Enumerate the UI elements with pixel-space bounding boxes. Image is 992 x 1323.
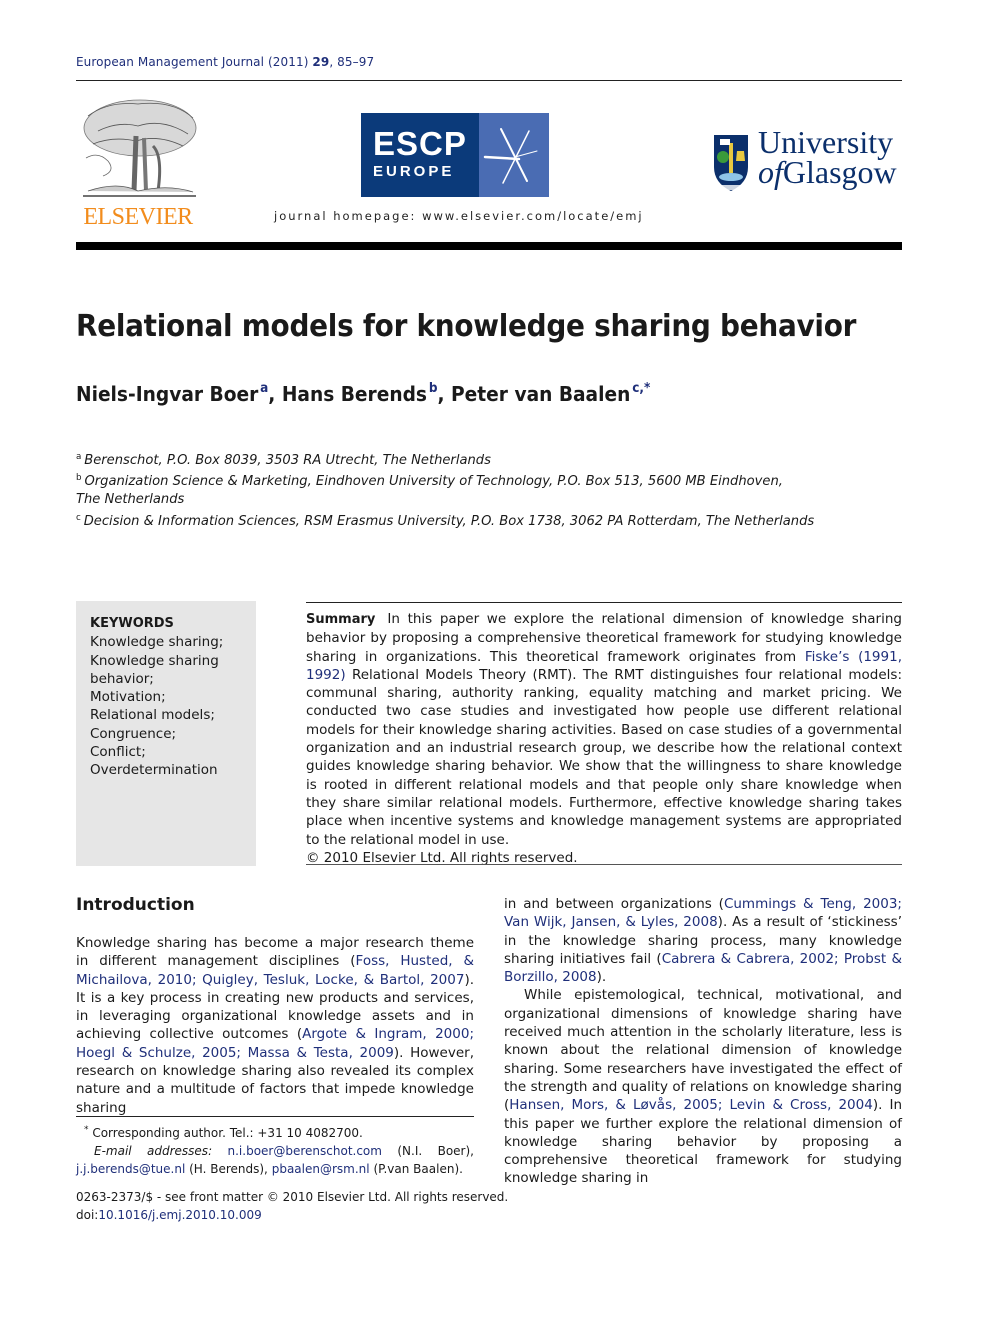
author-name: Peter van Baalen [451, 382, 631, 406]
keywords-box: KEYWORDS Knowledge sharing; Knowledge sh… [76, 601, 256, 866]
citation-link[interactable]: Hansen, Mors, & Løvås, 2005; Levin & Cro… [509, 1097, 873, 1113]
escp-logo-main: ESCP [373, 125, 467, 162]
journal-volume: 29 [312, 55, 330, 69]
keyword-item: behavior; [90, 670, 154, 687]
affiliations: a Berenschot, P.O. Box 8039, 3503 RA Utre… [76, 448, 837, 530]
journal-citation[interactable]: European Management Journal (2011) 29, 8… [76, 55, 374, 69]
footnote-divider [76, 1116, 474, 1117]
journal-pages: 85–97 [337, 55, 375, 69]
email-link[interactable]: j.j.berends@tue.nl [76, 1162, 185, 1176]
author-name: Hans Berends [281, 382, 427, 406]
elsevier-wordmark: ELSEVIER [83, 204, 193, 230]
affiliation-item: b Organization Science & Marketing, Eindh… [76, 473, 783, 490]
doi-link[interactable]: 10.1016/j.emj.2010.10.009 [98, 1208, 261, 1222]
footnotes: * Corresponding author. Tel.: +31 10 408… [76, 1125, 474, 1176]
section-heading-introduction: Introduction [76, 895, 195, 915]
affiliation-item-continued: The Netherlands [76, 491, 185, 508]
escp-logo-sub: EUROPE [373, 163, 455, 180]
author-name: Niels-Ingvar Boer [76, 382, 259, 406]
keywords-heading: KEYWORDS [90, 616, 174, 631]
author-list: Niels-Ingvar Boer a, Hans Berends b, Peter… [76, 381, 651, 406]
escp-star-icon [479, 113, 549, 197]
keyword-item: Conflict; [90, 744, 146, 761]
glasgow-crest-icon [714, 135, 748, 191]
journal-year: (2011) [267, 55, 309, 69]
keyword-item: Knowledge sharing; [90, 634, 224, 651]
header-divider [76, 80, 902, 81]
elsevier-logo[interactable]: ELSEVIER [76, 96, 200, 230]
author-affiliation-link[interactable]: c,* [632, 381, 650, 396]
summary-label: Summary [306, 612, 376, 627]
glasgow-logo-line1: University [758, 124, 894, 160]
university-of-glasgow-logo: University ofGlasgow [712, 126, 904, 195]
keyword-item: Relational models; [90, 707, 215, 724]
glasgow-logo-line2: Glasgow [782, 154, 897, 190]
body-column-right: in and between organizations (Cummings &… [504, 896, 903, 1187]
corresponding-author-note: Corresponding author. Tel.: +31 10 40827… [92, 1126, 363, 1140]
article-title: Relational models for knowledge sharing … [76, 309, 857, 344]
abstract: Summary In this paper we explore the rela… [306, 611, 902, 866]
journal-name[interactable]: European Management Journal [76, 55, 264, 69]
front-matter: 0263-2373/$ - see front matter © 2010 El… [76, 1190, 509, 1222]
keyword-item: Motivation; [90, 689, 166, 706]
affiliation-item: c Decision & Information Sciences, RSM Er… [76, 512, 815, 529]
masthead-divider [76, 242, 902, 250]
author-affiliation-link[interactable]: a [260, 381, 268, 396]
summary-top-divider [306, 602, 902, 603]
glasgow-logo-of: of [758, 154, 783, 190]
issn-line: 0263-2373/$ - see front matter © 2010 El… [76, 1190, 509, 1204]
keyword-item: Knowledge sharing [90, 652, 219, 669]
journal-homepage-link[interactable]: journal homepage: www.elsevier.com/locat… [274, 209, 644, 223]
escp-europe-logo: ESCP EUROPE [361, 113, 549, 197]
keyword-item: Congruence; [90, 725, 177, 742]
email-link[interactable]: n.i.boer@berenschot.com [228, 1144, 382, 1158]
affiliation-item: a Berenschot, P.O. Box 8039, 3503 RA Utre… [76, 452, 491, 468]
body-column-left: Knowledge sharing has become a major res… [76, 935, 475, 1116]
elsevier-tree-icon [83, 99, 197, 197]
summary-bottom-divider [306, 864, 902, 865]
keyword-item: Overdetermination [90, 762, 218, 779]
author-affiliation-link[interactable]: b [429, 381, 438, 396]
email-link[interactable]: pbaalen@rsm.nl [272, 1162, 370, 1176]
